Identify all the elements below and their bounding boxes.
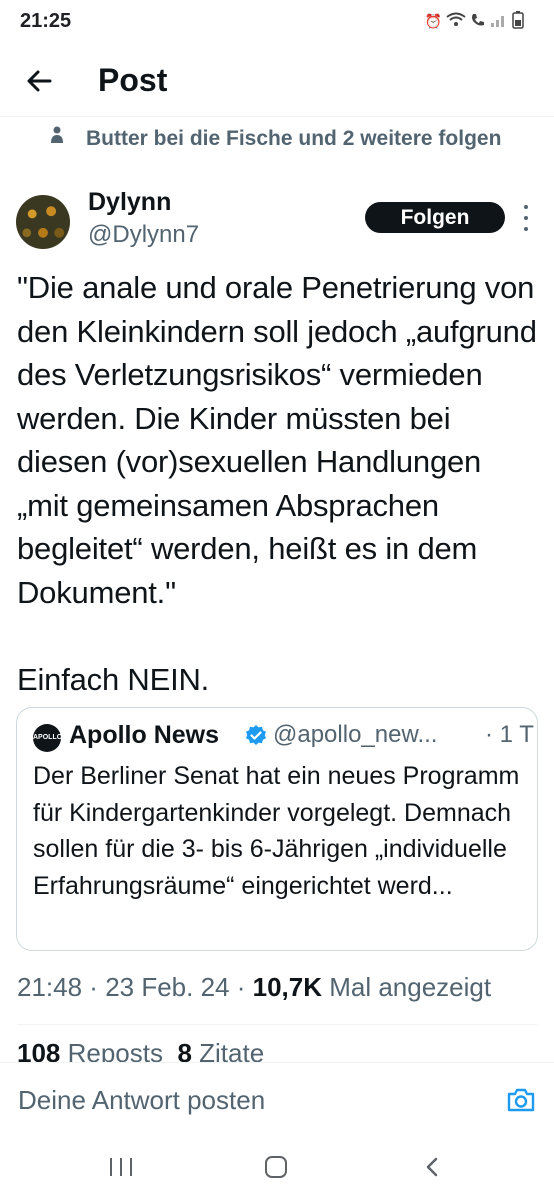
alarm-icon: ⏰ <box>424 13 442 29</box>
quote-time: · 1 T <box>485 721 534 748</box>
author-handle[interactable]: @Dylynn7 <box>88 221 199 249</box>
quote-label[interactable]: Zitate <box>192 1038 264 1062</box>
recent-apps-icon <box>120 1158 122 1176</box>
post-stats: 108 Reposts 8 Zitate <box>17 1038 264 1062</box>
camera-button[interactable] <box>506 1087 536 1113</box>
author-name[interactable]: Dylynn <box>88 188 171 217</box>
reply-input[interactable]: Deine Antwort posten <box>18 1085 265 1116</box>
view-count-label: Mal angezeigt <box>322 972 492 1002</box>
recent-apps-button[interactable] <box>110 1158 132 1176</box>
quote-text: Der Berliner Senat hat ein neues Program… <box>33 762 520 900</box>
social-context-text: Butter bei die Fische und 2 weitere folg… <box>86 127 502 150</box>
view-count[interactable]: 10,7K <box>253 972 322 1002</box>
more-dots-icon <box>524 205 528 209</box>
repost-count[interactable]: 108 <box>17 1038 60 1062</box>
repost-label[interactable]: Reposts <box>60 1038 163 1062</box>
quote-author-name: Apollo News <box>69 721 220 749</box>
post-meta: 21:48 · 23 Feb. 24 · 10,7K Mal angezeigt <box>17 972 491 1003</box>
reply-bar: Deine Antwort posten <box>0 1062 554 1128</box>
quote-author-handle: @apollo_new... <box>273 721 438 748</box>
status-icons: ⏰ <box>425 11 524 32</box>
divider <box>17 1024 537 1025</box>
call-icon <box>470 12 486 31</box>
recent-apps-icon <box>130 1158 132 1176</box>
signal-icon <box>490 12 508 31</box>
quote-count[interactable]: 8 <box>177 1038 191 1062</box>
status-bar: 21:25 ⏰ <box>0 0 554 46</box>
back-button[interactable] <box>22 64 56 98</box>
meta-separator: · <box>229 972 253 1002</box>
post-date: 23 Feb. 24 <box>105 972 230 1002</box>
home-button[interactable] <box>265 1156 287 1178</box>
header: Post <box>0 46 554 116</box>
more-dot <box>524 216 528 220</box>
camera-icon <box>507 1088 535 1112</box>
header-divider <box>0 116 554 117</box>
meta-separator: · <box>82 972 106 1002</box>
more-options-button[interactable] <box>519 205 533 231</box>
post-time: 21:48 <box>17 972 83 1002</box>
verified-badge-icon <box>246 725 266 745</box>
follow-button[interactable]: Folgen <box>365 202 505 233</box>
status-time: 21:25 <box>20 10 72 32</box>
recent-apps-icon <box>110 1158 112 1176</box>
quoted-post[interactable]: APOLLO Apollo News @apollo_new... · 1 T … <box>16 707 538 951</box>
social-context[interactable]: Butter bei die Fische und 2 weitere folg… <box>50 122 530 155</box>
apollo-logo-icon: APOLLO <box>33 724 62 752</box>
more-dot <box>524 227 528 231</box>
system-back-button[interactable] <box>422 1156 442 1178</box>
page-title: Post <box>98 62 168 98</box>
person-icon <box>50 122 72 155</box>
arrow-left-icon <box>27 70 52 92</box>
post-text: "Die anale und orale Penetrierung von de… <box>17 270 537 697</box>
avatar[interactable] <box>16 195 70 249</box>
system-nav-bar <box>0 1128 554 1200</box>
chevron-left-icon <box>426 1157 438 1177</box>
wifi-icon <box>446 12 466 31</box>
battery-icon <box>512 11 524 32</box>
